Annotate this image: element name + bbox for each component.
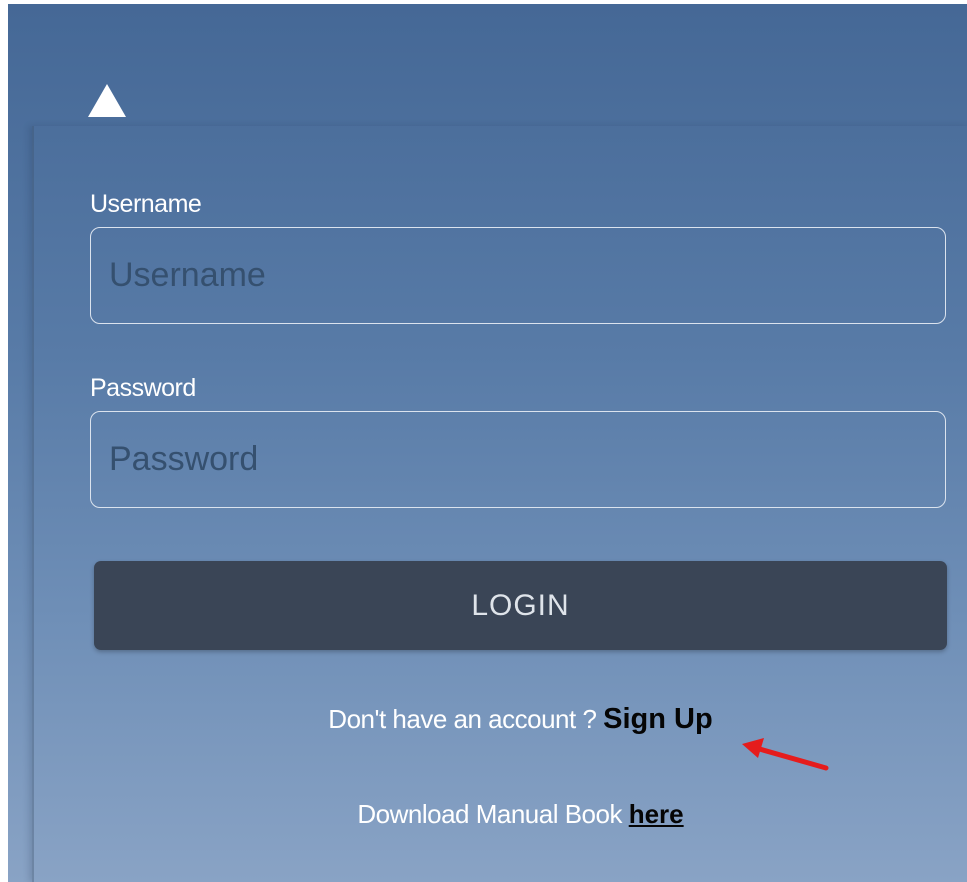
login-button[interactable]: LOGIN xyxy=(94,561,947,650)
red-arrow-icon xyxy=(742,738,829,771)
signup-row: Don't have an account ? Sign Up xyxy=(8,703,967,736)
manual-prompt: Download Manual Book xyxy=(357,799,622,829)
password-label: Password xyxy=(90,374,196,402)
manual-row: Download Manual Book here xyxy=(8,799,967,830)
manual-download-link[interactable]: here xyxy=(629,799,684,829)
password-input[interactable] xyxy=(90,411,946,508)
username-label: Username xyxy=(90,190,202,218)
login-panel: Username Password LOGIN Don't have an ac… xyxy=(8,4,967,882)
signup-prompt: Don't have an account ? xyxy=(328,704,597,734)
triangle-up-icon xyxy=(88,84,126,117)
username-input[interactable] xyxy=(90,227,946,324)
screenshot: Username Password LOGIN Don't have an ac… xyxy=(0,0,967,882)
signup-link[interactable]: Sign Up xyxy=(603,703,713,735)
